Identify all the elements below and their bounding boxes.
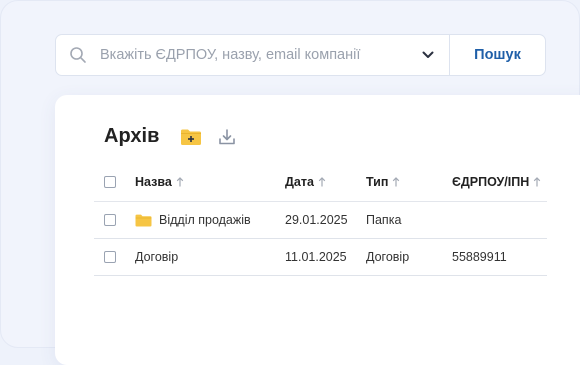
search-bar: Пошук bbox=[55, 34, 546, 76]
sort-arrow-icon[interactable] bbox=[176, 177, 184, 187]
row-checkbox[interactable] bbox=[104, 214, 116, 226]
chevron-down-icon bbox=[422, 51, 434, 59]
row-type: Папка bbox=[366, 213, 402, 227]
column-header-code[interactable]: ЄДРПОУ/ІПН bbox=[452, 175, 547, 189]
column-header-code-label: ЄДРПОУ/ІПН bbox=[452, 175, 530, 189]
row-name: Договір bbox=[135, 250, 179, 264]
sort-arrow-icon[interactable] bbox=[392, 177, 400, 187]
archive-header: Архів bbox=[104, 125, 236, 148]
column-header-name[interactable]: Назва bbox=[135, 175, 285, 189]
select-all-checkbox[interactable] bbox=[104, 176, 116, 188]
select-all-cell bbox=[94, 176, 135, 188]
row-name-cell[interactable]: Відділ продажів bbox=[135, 213, 285, 227]
row-date: 11.01.2025 bbox=[285, 250, 347, 264]
archive-panel: Архів Назва Дата Тип ЄДРПОУ/ІПН Відділ п… bbox=[55, 95, 580, 365]
table-row[interactable]: Відділ продажів 29.01.2025 Папка bbox=[94, 202, 547, 239]
column-header-date[interactable]: Дата bbox=[285, 175, 366, 189]
row-select-cell bbox=[94, 251, 135, 263]
column-header-type[interactable]: Тип bbox=[366, 175, 452, 189]
row-checkbox[interactable] bbox=[104, 251, 116, 263]
column-header-type-label: Тип bbox=[366, 175, 389, 189]
add-folder-button[interactable] bbox=[180, 128, 202, 146]
download-button[interactable] bbox=[218, 128, 236, 146]
row-select-cell bbox=[94, 214, 135, 226]
sort-arrow-icon[interactable] bbox=[318, 177, 326, 187]
column-header-name-label: Назва bbox=[135, 175, 172, 189]
search-icon bbox=[69, 46, 87, 64]
sort-arrow-icon[interactable] bbox=[533, 177, 541, 187]
row-type: Договір bbox=[366, 250, 410, 264]
search-options-dropdown[interactable] bbox=[413, 35, 443, 75]
folder-icon bbox=[135, 214, 152, 227]
row-name-cell[interactable]: Договір bbox=[135, 250, 285, 264]
table-header-row: Назва Дата Тип ЄДРПОУ/ІПН bbox=[94, 163, 547, 202]
download-icon bbox=[218, 128, 236, 146]
search-button[interactable]: Пошук bbox=[450, 35, 545, 75]
row-code: 55889911 bbox=[452, 250, 507, 264]
page-title: Архів bbox=[104, 125, 160, 147]
archive-table: Назва Дата Тип ЄДРПОУ/ІПН Відділ продажі… bbox=[94, 163, 547, 276]
row-name: Відділ продажів bbox=[159, 213, 251, 227]
search-input[interactable] bbox=[100, 35, 413, 75]
row-date: 29.01.2025 bbox=[285, 213, 348, 227]
folder-plus-icon bbox=[180, 128, 202, 146]
table-row[interactable]: Договір 11.01.2025 Договір 55889911 bbox=[94, 239, 547, 276]
column-header-date-label: Дата bbox=[285, 175, 314, 189]
